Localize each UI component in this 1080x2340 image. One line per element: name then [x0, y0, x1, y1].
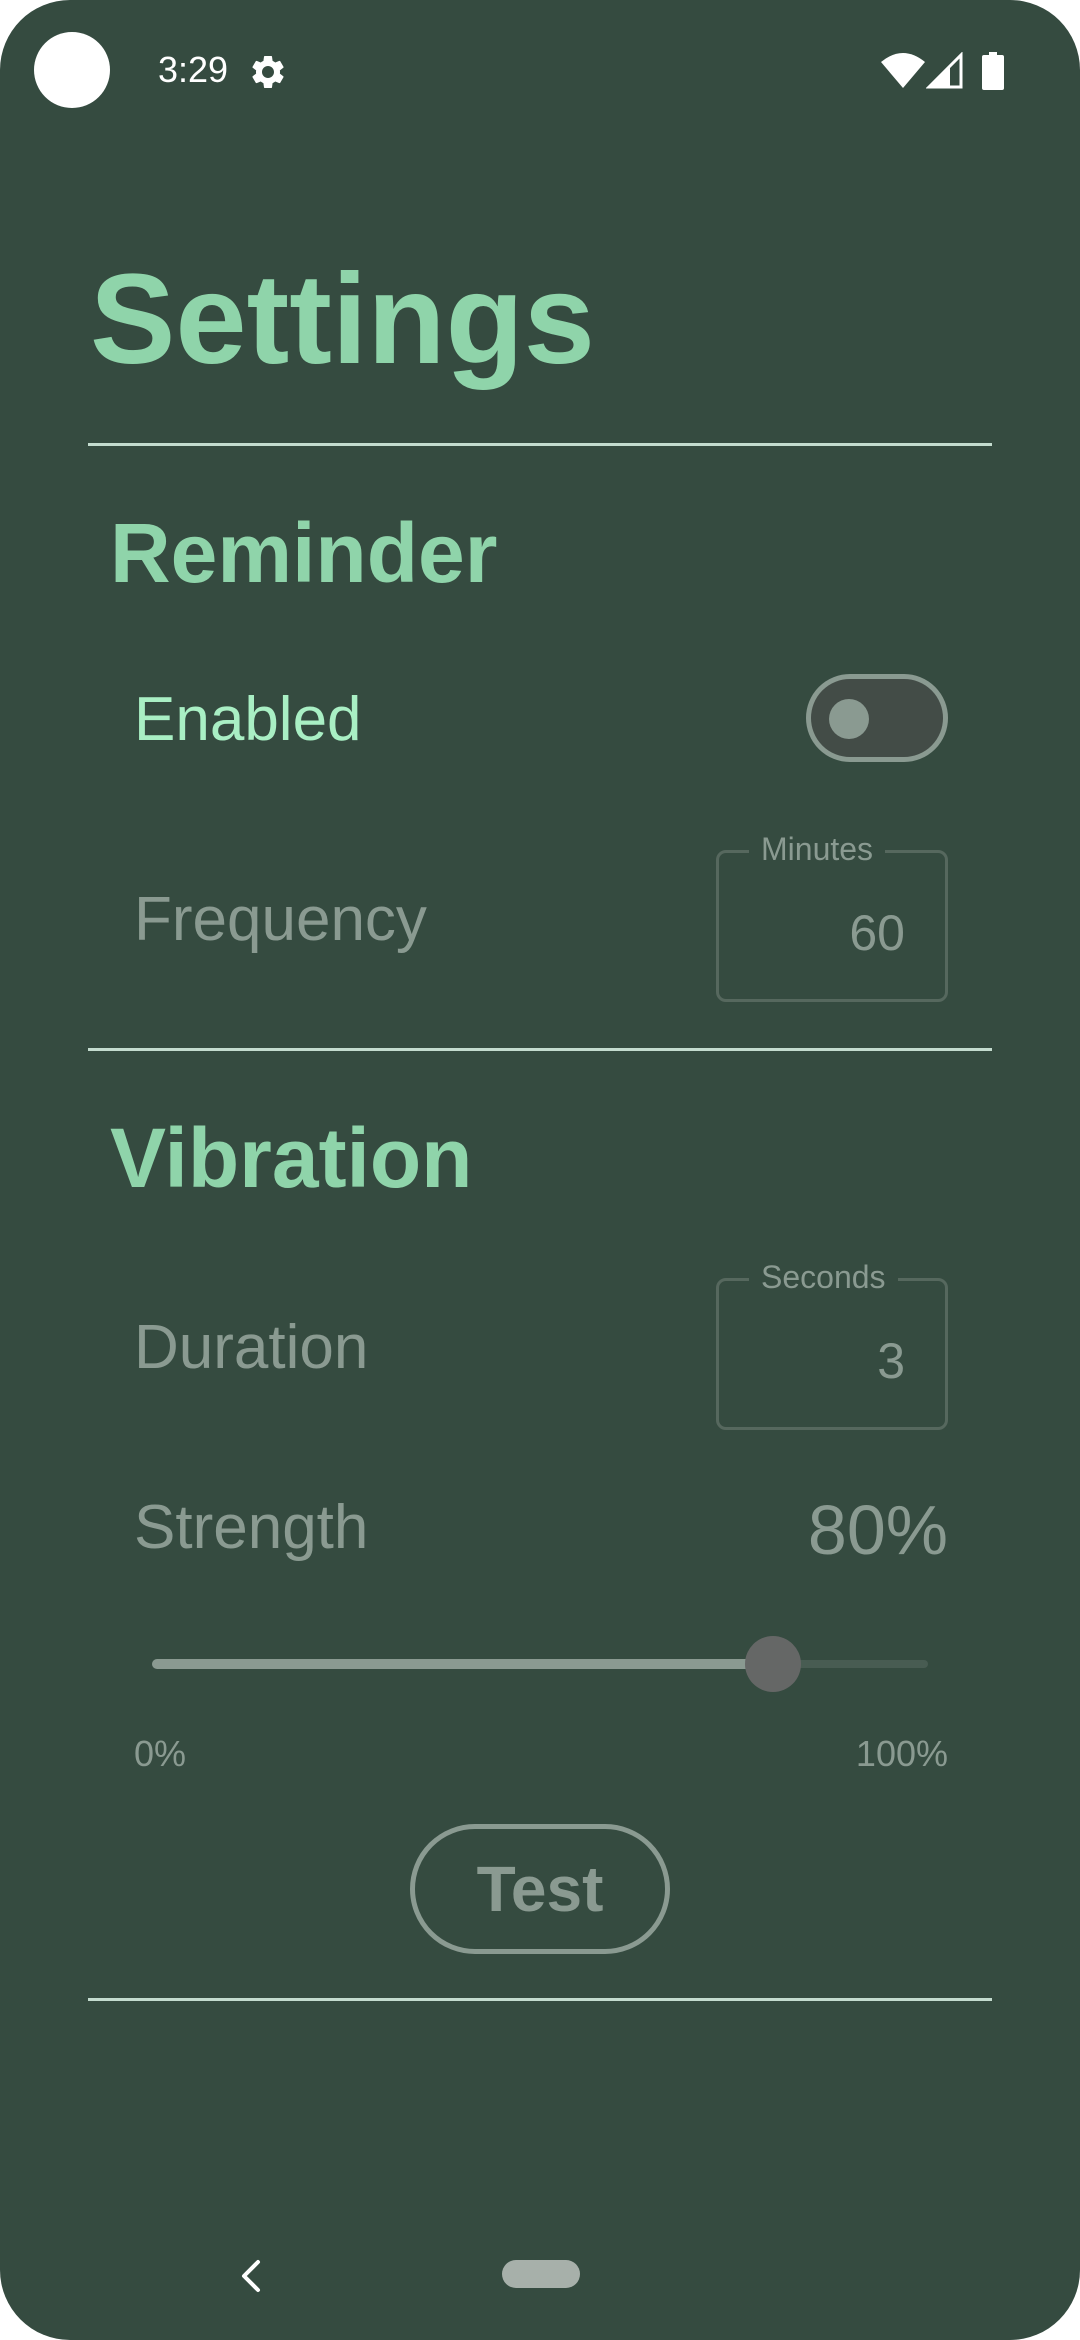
- frequency-field[interactable]: Minutes 60: [716, 829, 948, 1002]
- slider-max-label: 100%: [855, 1733, 948, 1774]
- cellular-signal-icon: [926, 52, 963, 89]
- status-clock: 3:29: [158, 49, 229, 90]
- divider: [88, 1998, 992, 2001]
- settings-screen: 3:29 Settings Reminder Enabled Frequency…: [0, 0, 1080, 2340]
- slider-min-label: 0%: [134, 1733, 187, 1774]
- slider-thumb[interactable]: [745, 1636, 801, 1692]
- strength-value: 80%: [807, 1491, 948, 1569]
- frequency-unit-label: Minutes: [749, 829, 886, 869]
- duration-value: 3: [877, 1333, 905, 1389]
- camera-cutout: [34, 32, 110, 108]
- home-pill[interactable]: [502, 2260, 580, 2288]
- divider: [88, 443, 992, 446]
- strength-label: Strength: [134, 1493, 369, 1562]
- duration-label: Duration: [134, 1313, 369, 1382]
- battery-icon: [982, 52, 1004, 90]
- section-title-vibration: Vibration: [110, 1111, 473, 1205]
- slider-fill: [152, 1659, 773, 1669]
- strength-slider[interactable]: [152, 1636, 928, 1692]
- divider: [88, 1048, 992, 1051]
- back-icon[interactable]: [236, 2258, 266, 2294]
- test-button[interactable]: Test: [410, 1824, 670, 1954]
- settings-gear-icon: [252, 55, 284, 88]
- enabled-label: Enabled: [134, 685, 362, 754]
- wifi-icon: [881, 53, 925, 88]
- duration-unit-label: Seconds: [749, 1257, 898, 1297]
- frequency-label: Frequency: [134, 885, 427, 954]
- status-bar: 3:29: [0, 0, 1080, 140]
- duration-field[interactable]: Seconds 3: [716, 1257, 948, 1430]
- frequency-value: 60: [849, 905, 905, 961]
- section-title-reminder: Reminder: [110, 506, 498, 600]
- page-title: Settings: [90, 248, 595, 391]
- enabled-toggle[interactable]: [806, 674, 948, 762]
- toggle-knob: [829, 699, 869, 739]
